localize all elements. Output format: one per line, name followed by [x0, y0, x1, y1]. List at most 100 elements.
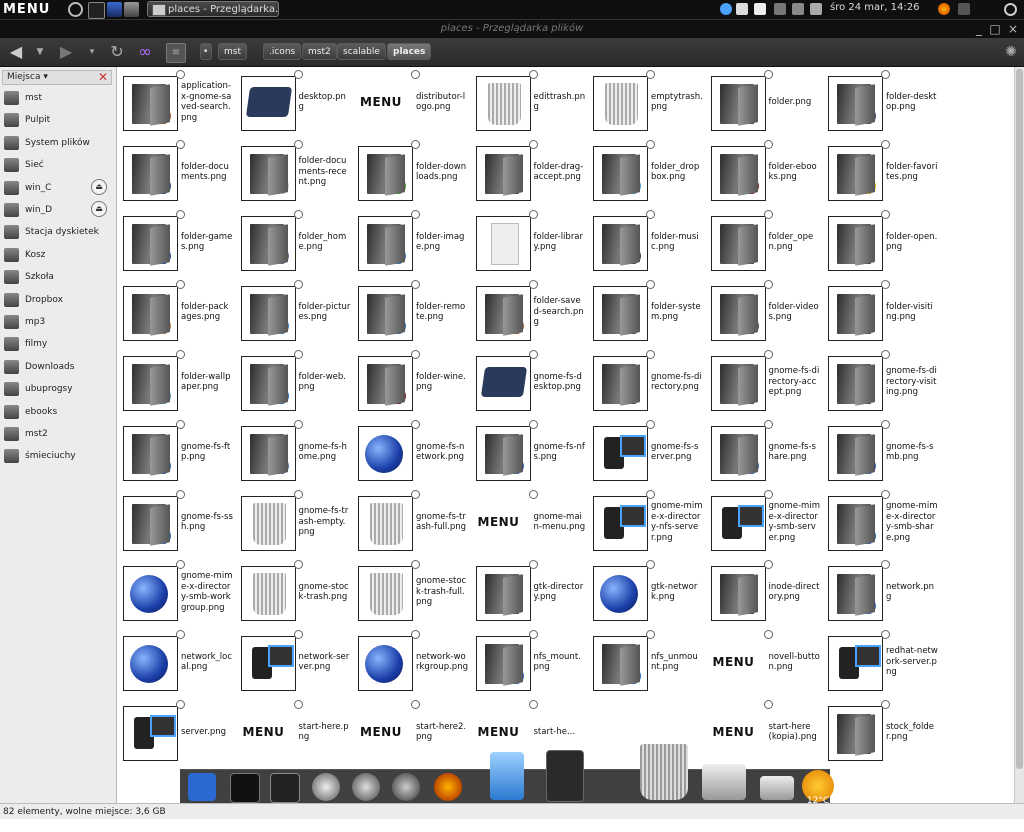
file-item[interactable]: desktop.png — [236, 67, 353, 135]
file-item[interactable]: folder-pictures.png — [236, 277, 353, 345]
bluetooth-tray-icon[interactable] — [774, 3, 786, 15]
file-item[interactable]: emptytrash.png — [588, 67, 705, 135]
file-item[interactable]: gtk-network.png — [588, 557, 705, 625]
vertical-scrollbar[interactable] — [1014, 67, 1024, 803]
file-item[interactable]: gnome-mime-x-directory-smb-share.png — [823, 487, 940, 555]
sidebar-item[interactable]: ubuprogsy — [0, 379, 116, 399]
sidebar-item[interactable]: System plików — [0, 133, 116, 153]
file-item[interactable]: gnome-fs-share.png — [706, 417, 823, 485]
terminal-icon[interactable] — [88, 2, 105, 19]
file-item[interactable]: gnome-fs-ftp.png — [118, 417, 235, 485]
window-list-icon[interactable] — [958, 3, 970, 15]
drive-icon[interactable] — [702, 764, 746, 800]
file-item[interactable]: folder-games.png — [118, 207, 235, 275]
file-cabinet-icon[interactable] — [546, 750, 584, 802]
menu-button[interactable]: MENU — [3, 2, 50, 17]
firefox-icon[interactable] — [938, 3, 950, 15]
forward-arrow-icon[interactable]: ▶ — [56, 43, 76, 61]
file-item[interactable]: gnome-fs-trash-full.png — [353, 487, 470, 555]
file-item[interactable]: gnome-mime-x-directory-nfs-server.png — [588, 487, 705, 555]
sidebar-item[interactable]: Stacja dyskietek — [0, 222, 116, 242]
file-item[interactable]: gnome-fs-nfs.png — [471, 417, 588, 485]
sidebar-item[interactable]: filmy — [0, 334, 116, 354]
file-item[interactable]: gnome-fs-ssh.png — [118, 487, 235, 555]
clipboard-tray-icon[interactable] — [754, 3, 766, 15]
taskbar-window-button[interactable]: places - Przeglądarka... — [147, 1, 279, 17]
file-item[interactable]: gnome-main-menu.png — [471, 487, 588, 555]
file-item[interactable]: gnome-fs-desktop.png — [471, 347, 588, 415]
forward-history-dropdown-icon[interactable]: ▾ — [86, 43, 98, 61]
downloads-arrow-icon[interactable] — [490, 752, 524, 800]
file-item[interactable]: folder-favorites.png — [823, 137, 940, 205]
file-item[interactable]: start-here (kopia).png — [706, 697, 823, 765]
media-player-icon[interactable] — [312, 773, 340, 801]
sidebar-item[interactable]: Kosz — [0, 245, 116, 265]
file-item[interactable]: gnome-mime-x-directory-smb-workgroup.png — [118, 557, 235, 625]
file-item[interactable]: folder_home.png — [236, 207, 353, 275]
sidebar-item[interactable]: Dropbox — [0, 290, 116, 310]
file-item[interactable]: gnome-mime-x-directory-smb-server.png — [706, 487, 823, 555]
file-item[interactable]: nfs_unmount.png — [588, 627, 705, 695]
sidebar-item[interactable]: Pulpit — [0, 110, 116, 130]
file-item[interactable]: inode-directory.png — [706, 557, 823, 625]
breadcrumb-scalable[interactable]: scalable — [337, 43, 386, 60]
trash-icon[interactable] — [640, 744, 688, 800]
breadcrumb-places[interactable]: places — [387, 43, 432, 60]
reload-icon[interactable]: ↻ — [108, 43, 126, 61]
file-item[interactable]: folder-visiting.png — [823, 277, 940, 345]
file-item[interactable]: start-here.png — [236, 697, 353, 765]
file-item[interactable]: application-x-gnome-saved-search.png — [118, 67, 235, 135]
power-icon[interactable] — [68, 2, 83, 17]
close-button[interactable]: × — [1006, 22, 1020, 36]
sidebar-item[interactable]: win_D ⏏ — [0, 200, 116, 220]
file-item[interactable]: folder-web.png — [236, 347, 353, 415]
volume-tray-icon[interactable] — [810, 3, 822, 15]
sidebar-item[interactable]: Szkoła — [0, 267, 116, 287]
sidebar-item[interactable]: mst — [0, 88, 116, 108]
file-item[interactable]: stock_folder.png — [823, 697, 940, 765]
file-item[interactable]: folder-drag-accept.png — [471, 137, 588, 205]
file-item[interactable]: network-workgroup.png — [353, 627, 470, 695]
file-item[interactable]: folder_open.png — [706, 207, 823, 275]
file-item[interactable]: gtk-directory.png — [471, 557, 588, 625]
sync-tray-icon[interactable] — [792, 3, 804, 15]
binoculars-icon[interactable]: ∞ — [134, 43, 156, 61]
clock[interactable]: śro 24 mar, 14:26 — [830, 2, 919, 13]
file-item[interactable]: folder-downloads.png — [353, 137, 470, 205]
back-history-dropdown-icon[interactable]: ▼ — [34, 43, 46, 61]
file-item[interactable]: network-server.png — [236, 627, 353, 695]
scrollbar-thumb[interactable] — [1016, 69, 1023, 769]
sidebar-header[interactable]: Miejsca ▾ ✕ — [2, 70, 112, 85]
file-item[interactable]: folder-system.png — [588, 277, 705, 345]
sidebar-item[interactable]: ebooks — [0, 402, 116, 422]
dropbox-tray-icon[interactable] — [720, 3, 732, 15]
file-item[interactable]: folder-music.png — [588, 207, 705, 275]
file-item[interactable]: network_local.png — [118, 627, 235, 695]
floppy-save-icon[interactable] — [270, 773, 300, 803]
file-item[interactable]: folder-packages.png — [118, 277, 235, 345]
minimize-button[interactable]: _ — [972, 22, 986, 36]
breadcrumb-mst2[interactable]: mst2 — [302, 43, 337, 60]
file-item[interactable]: folder-wallpaper.png — [118, 347, 235, 415]
settings-icon[interactable] — [124, 2, 139, 17]
file-item[interactable]: edittrash.png — [471, 67, 588, 135]
mail-tray-icon[interactable] — [736, 3, 748, 15]
timer-icon[interactable] — [352, 773, 380, 801]
file-item[interactable]: novell-button.png — [706, 627, 823, 695]
file-item[interactable]: gnome-fs-network.png — [353, 417, 470, 485]
file-item[interactable]: gnome-fs-server.png — [588, 417, 705, 485]
shutdown-icon[interactable] — [1004, 3, 1017, 16]
file-item[interactable]: gnome-stock-trash.png — [236, 557, 353, 625]
update-icon[interactable] — [392, 773, 420, 801]
file-item[interactable]: folder_dropbox.png — [588, 137, 705, 205]
file-item[interactable]: nfs_mount.png — [471, 627, 588, 695]
terminal-icon[interactable] — [230, 773, 260, 803]
file-item[interactable]: distributor-logo.png — [353, 67, 470, 135]
file-item[interactable]: redhat-network-server.png — [823, 627, 940, 695]
eject-icon[interactable]: ⏏ — [91, 201, 107, 217]
file-item[interactable]: folder-documents-recent.png — [236, 137, 353, 205]
file-item[interactable]: gnome-fs-directory-accept.png — [706, 347, 823, 415]
sidebar-item[interactable]: mst2 — [0, 424, 116, 444]
sidebar-item[interactable]: mp3 — [0, 312, 116, 332]
sidebar-item[interactable]: Downloads — [0, 357, 116, 377]
